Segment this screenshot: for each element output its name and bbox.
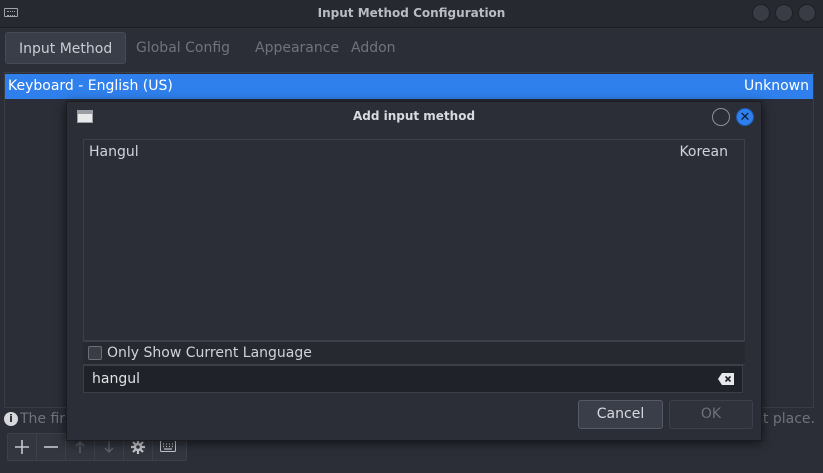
- keyboard-layout-icon: [160, 440, 176, 452]
- info-icon: i: [4, 412, 18, 426]
- input-method-name: Hangul: [89, 144, 139, 160]
- window-title: Input Method Configuration: [317, 6, 506, 20]
- ok-button[interactable]: OK: [669, 400, 753, 429]
- close-icon: ✕: [739, 110, 751, 125]
- gear-icon: [131, 440, 145, 454]
- only-current-language-row: Only Show Current Language: [83, 341, 745, 365]
- cancel-button[interactable]: Cancel: [578, 400, 663, 429]
- list-item[interactable]: Hangul Korean: [84, 144, 744, 166]
- list-item[interactable]: Keyboard - English (US) Unknown: [5, 74, 813, 99]
- window-titlebar: Input Method Configuration: [0, 0, 823, 28]
- search-input[interactable]: [92, 370, 692, 388]
- add-icon: [15, 440, 29, 454]
- input-method-language: Korean: [679, 144, 728, 160]
- tab-global-config[interactable]: Global Config: [123, 32, 243, 64]
- add-button[interactable]: [8, 434, 37, 460]
- dialog-title: Add input method: [352, 109, 476, 123]
- move-up-icon: [75, 441, 85, 453]
- dialog-titlebar: Add input method ✕: [67, 102, 761, 131]
- search-field: [83, 365, 743, 393]
- available-input-methods-list: Hangul Korean: [83, 139, 745, 341]
- tab-input-method[interactable]: Input Method: [5, 32, 127, 64]
- add-input-method-dialog: Add input method ✕ Hangul Korean Only Sh…: [66, 101, 762, 441]
- input-method-language: Unknown: [744, 78, 809, 94]
- maximize-button[interactable]: [775, 4, 793, 22]
- close-button[interactable]: [798, 4, 816, 22]
- dialog-close-button[interactable]: ✕: [736, 108, 754, 126]
- only-current-language-label[interactable]: Only Show Current Language: [107, 345, 312, 361]
- tab-addon[interactable]: Addon: [338, 32, 409, 64]
- remove-icon: [44, 446, 58, 448]
- minimize-button[interactable]: [752, 4, 770, 22]
- only-current-language-checkbox[interactable]: [88, 346, 102, 360]
- dialog-minimize-button[interactable]: [712, 108, 730, 126]
- info-text-right: st place.: [755, 411, 815, 427]
- remove-button[interactable]: [37, 434, 66, 460]
- tab-appearance[interactable]: Appearance: [242, 32, 352, 64]
- input-method-name: Keyboard - English (US): [8, 78, 173, 94]
- clear-icon[interactable]: [718, 373, 734, 385]
- move-down-icon: [104, 441, 114, 453]
- info-text-left: The firs: [20, 411, 73, 427]
